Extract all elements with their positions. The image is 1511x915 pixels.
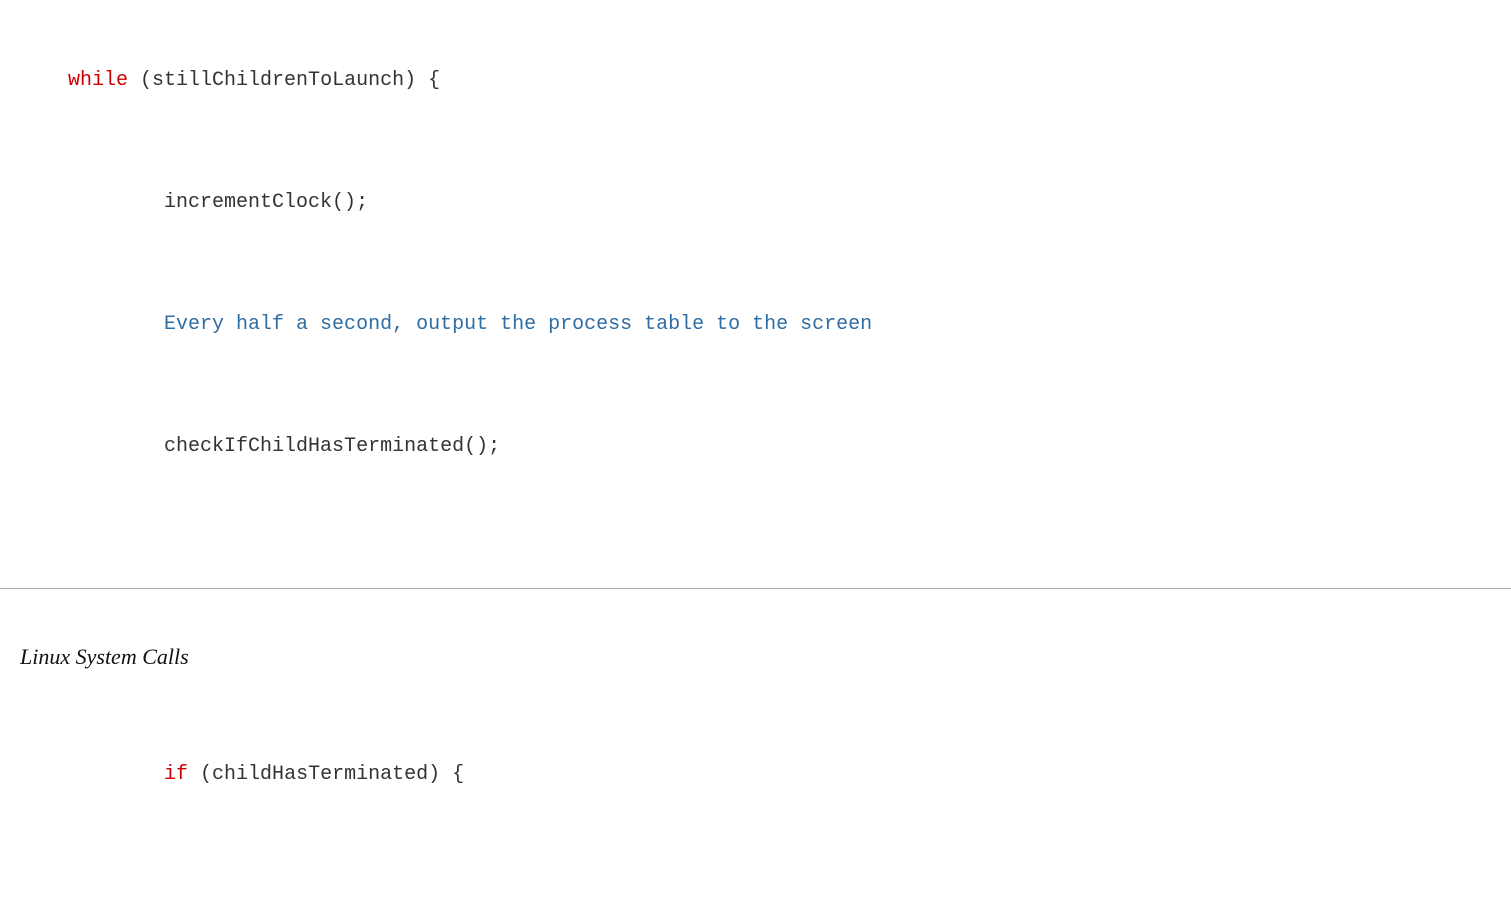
while-keyword: while — [68, 69, 128, 92]
code-line-increment: incrementClock(); — [0, 142, 1511, 264]
code-line-comment: Every half a second, output the process … — [0, 264, 1511, 386]
if-condition: (childHasTerminated) { — [188, 763, 464, 786]
check-terminated-call: checkIfChildHasTerminated(); — [68, 435, 500, 458]
top-code-block: while (stillChildrenToLaunch) { incremen… — [0, 0, 1511, 548]
while-condition: (stillChildrenToLaunch) { — [128, 69, 440, 92]
code-line-if: if (childHasTerminated) { — [0, 714, 1511, 836]
section-label: Linux System Calls — [0, 589, 1511, 704]
if-indent — [68, 763, 164, 786]
increment-clock-call: incrementClock(); — [68, 191, 368, 214]
code-line-while: while (stillChildrenToLaunch) { — [0, 20, 1511, 142]
comment-every-half: Every half a second, output the process … — [68, 313, 872, 336]
code-line-check: checkIfChildHasTerminated(); — [0, 386, 1511, 508]
bottom-code-block: if (childHasTerminated) { — [0, 704, 1511, 856]
if-keyword: if — [164, 763, 188, 786]
